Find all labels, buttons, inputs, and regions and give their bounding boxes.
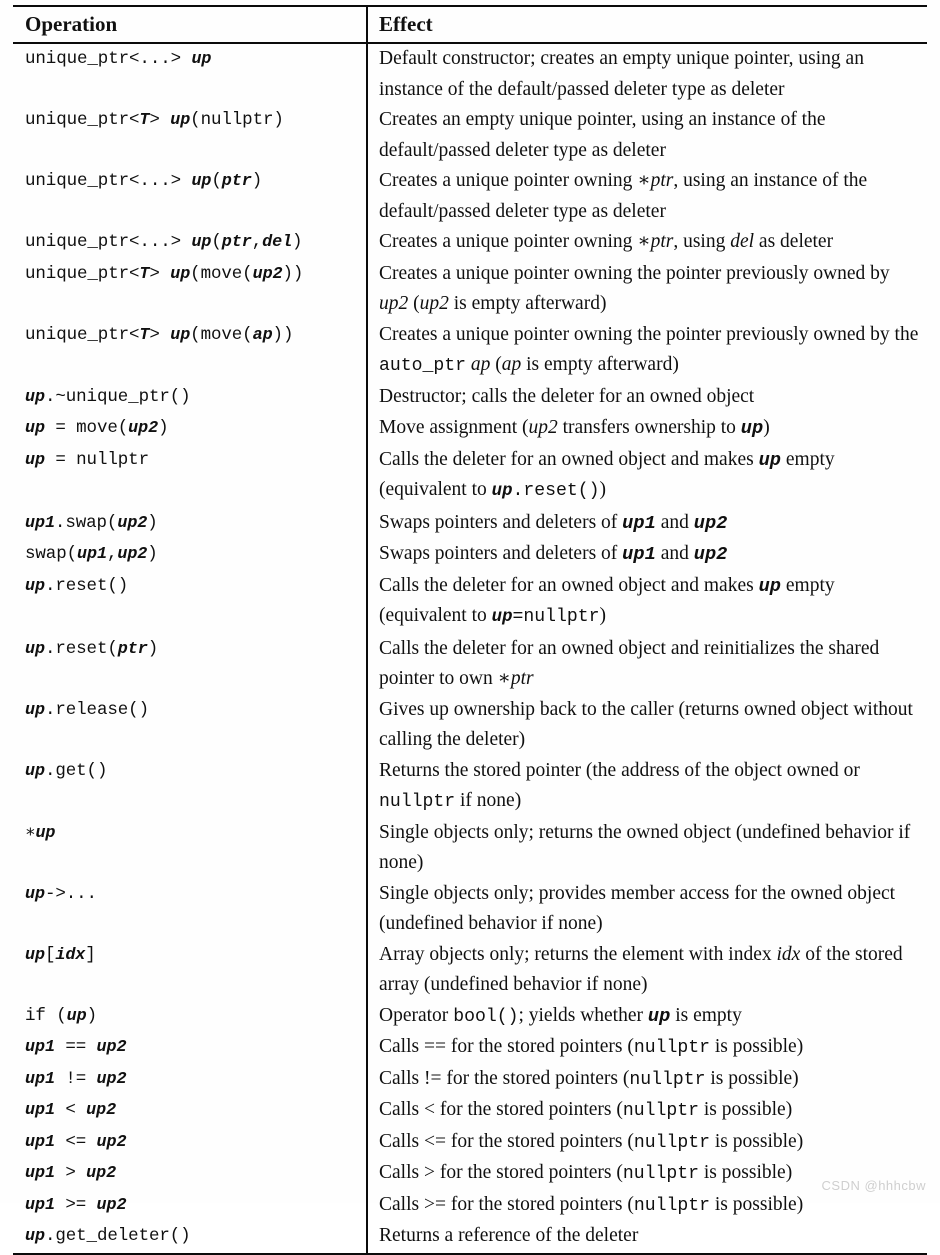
cell-effect: Operator bool(); yields whether up is em… [366, 1000, 927, 1032]
table-row: unique_ptr<...> up(ptr) Creates a unique … [13, 166, 927, 227]
cell-effect: Returns a reference of the deleter [366, 1221, 927, 1254]
table-row: up1 == up2 Calls == for the stored pointe… [13, 1032, 927, 1064]
table-header-row: Operation Effect [13, 7, 927, 43]
table-row: ∗up Single objects only; returns the owne… [13, 817, 927, 879]
unique-ptr-operations-table: Operation Effect unique_ptr<...> up Defau… [13, 5, 927, 1255]
cell-effect: Single objects only; provides member acc… [366, 878, 927, 940]
cell-effect: Returns the stored pointer (the address … [366, 755, 927, 818]
cell-effect: Swaps pointers and deleters of up1 and u… [366, 539, 927, 571]
cell-operation: swap(up1,up2) [25, 544, 158, 564]
cell-operation: unique_ptr<T> up(move(ap)) [25, 324, 294, 345]
cell-operation: up.reset() [25, 575, 129, 596]
cell-effect: Gives up ownership back to the caller (r… [366, 694, 927, 756]
cell-operation: up1 != up2 [25, 1068, 127, 1089]
table-row: unique_ptr<...> up Default constructor; c… [13, 44, 927, 105]
cell-operation: unique_ptr<...> up(ptr,del) [25, 232, 303, 252]
table-row: up.release() Gives up ownership back to t… [13, 694, 927, 756]
table-row: up.get_deleter() Returns a reference of t… [13, 1221, 927, 1254]
cell-operation: unique_ptr<...> up(ptr) [25, 171, 263, 191]
table-body: Operation Effect unique_ptr<...> up Defau… [13, 5, 927, 1255]
table-row: up.reset(ptr) Calls the deleter for an ow… [13, 633, 927, 695]
cell-effect: Calls the deleter for an owned object an… [366, 444, 927, 508]
cell-operation: unique_ptr<T> up(nullptr) [25, 110, 284, 130]
table-row: up1 != up2 Calls != for the stored pointe… [13, 1063, 927, 1095]
column-header-effect: Effect [366, 7, 927, 43]
table-row: if (up) Operator bool(); yields whether u… [13, 1000, 927, 1032]
table-row: unique_ptr<T> up(move(ap)) Creates a uniq… [13, 319, 927, 382]
cell-operation: up1 < up2 [25, 1100, 117, 1120]
cell-effect: Calls the deleter for an owned object an… [366, 570, 927, 634]
rule-segment-right [367, 1252, 927, 1255]
table-row: unique_ptr<T> up(nullptr) Creates an empt… [13, 105, 927, 166]
cell-effect: Creates a unique pointer owning the poin… [366, 319, 927, 382]
cell-operation: up.reset(ptr) [25, 638, 159, 659]
table-row: up->... Single objects only; provides mem… [13, 878, 927, 940]
cell-effect: Creates a unique pointer owning ∗ptr, us… [366, 227, 927, 259]
cell-effect: Default constructor; creates an empty un… [366, 44, 927, 105]
cell-operation: up.get() [25, 760, 108, 781]
table-row: unique_ptr<...> up(ptr,del) Creates a uni… [13, 227, 927, 259]
cell-operation: ∗up [25, 822, 56, 843]
cell-operation: if (up) [25, 1005, 97, 1026]
cell-effect: Creates a unique pointer owning the poin… [366, 258, 927, 320]
table-bottom-rule [13, 1252, 927, 1255]
cell-effect: Destructor; calls the deleter for an own… [366, 381, 927, 413]
cell-effect: Calls != for the stored pointers (nullpt… [366, 1063, 927, 1095]
table-row: up1.swap(up2) Swaps pointers and deleters… [13, 507, 927, 539]
column-header-operation: Operation [25, 12, 118, 36]
table-row: up.~unique_ptr() Destructor; calls the de… [13, 381, 927, 413]
cell-operation: up1 <= up2 [25, 1131, 127, 1152]
table-row: unique_ptr<T> up(move(up2)) Creates a uni… [13, 258, 927, 320]
cell-operation: up.get_deleter() [25, 1226, 191, 1246]
table-row: swap(up1,up2) Swaps pointers and deleters… [13, 539, 927, 571]
table-row: up1 <= up2 Calls <= for the stored pointe… [13, 1126, 927, 1158]
cell-operation: up->... [25, 883, 97, 904]
cell-operation: up = nullptr [25, 449, 149, 470]
table-row: up1 >= up2 Calls >= for the stored pointe… [13, 1189, 927, 1221]
cell-effect: Single objects only; returns the owned o… [366, 817, 927, 879]
cell-operation: up.~unique_ptr() [25, 386, 191, 407]
cell-operation: up1 >= up2 [25, 1194, 127, 1215]
table-row: up.reset() Calls the deleter for an owned… [13, 570, 927, 634]
cell-effect: Array objects only; returns the element … [366, 939, 927, 1001]
table-row: up[idx] Array objects only; returns the e… [13, 939, 927, 1001]
cell-effect: Creates a unique pointer owning ∗ptr, us… [366, 166, 927, 227]
cell-effect: Move assignment (up2 transfers ownership… [366, 413, 927, 445]
cell-effect: Calls == for the stored pointers (nullpt… [366, 1032, 927, 1064]
cell-operation: up.release() [25, 699, 149, 720]
table-row: up = nullptr Calls the deleter for an own… [13, 444, 927, 508]
cell-effect: Calls the deleter for an owned object an… [366, 633, 927, 695]
cell-operation: up1 == up2 [25, 1037, 127, 1057]
cell-effect: Calls >= for the stored pointers (nullpt… [366, 1189, 927, 1221]
cell-operation: up1.swap(up2) [25, 512, 158, 533]
cell-effect: Swaps pointers and deleters of up1 and u… [366, 507, 927, 539]
table-row: up1 < up2 Calls < for the stored pointers… [13, 1095, 927, 1127]
operations-table-wrapper: Operation Effect unique_ptr<...> up Defau… [13, 5, 927, 1255]
cell-operation: unique_ptr<...> up [25, 49, 212, 69]
page-canvas: Operation Effect unique_ptr<...> up Defau… [0, 0, 940, 1255]
cell-operation: up = move(up2) [25, 418, 169, 438]
cell-effect: Calls < for the stored pointers (nullptr… [366, 1095, 927, 1127]
rule-segment-left [13, 1252, 367, 1255]
cell-operation: up[idx] [25, 944, 96, 965]
cell-operation: up1 > up2 [25, 1163, 117, 1183]
csdn-watermark: CSDN @hhhcbw [821, 1178, 926, 1193]
table-row: up.get() Returns the stored pointer (the … [13, 755, 927, 818]
cell-effect: Creates an empty unique pointer, using a… [366, 105, 927, 166]
cell-operation: unique_ptr<T> up(move(up2)) [25, 263, 304, 284]
cell-effect: Calls <= for the stored pointers (nullpt… [366, 1126, 927, 1158]
table-row: up1 > up2 Calls > for the stored pointers… [13, 1158, 927, 1190]
table-row: up = move(up2) Move assignment (up2 trans… [13, 413, 927, 445]
